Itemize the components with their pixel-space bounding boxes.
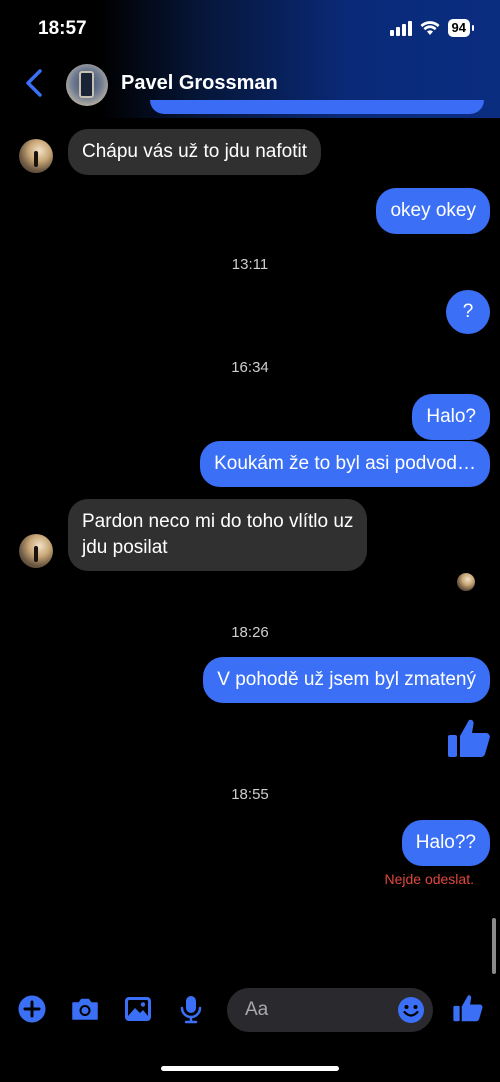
home-indicator[interactable] [161, 1066, 339, 1071]
plus-icon[interactable] [17, 994, 47, 1024]
message-input[interactable]: Aa [227, 988, 433, 1032]
message-incoming-multiline[interactable]: Pardon neco mi do toho vlítlo uz jdu pos… [68, 499, 368, 571]
cellular-signal-icon [389, 20, 412, 36]
status-time: 18:57 [38, 18, 87, 39]
send-error-label[interactable]: Nejde odeslat. [384, 871, 474, 887]
message-outgoing[interactable]: Koukám že to byl asi podvod… [200, 441, 490, 487]
message-outgoing[interactable]: V pohodě už jsem byl zmatený [203, 657, 490, 703]
contact-name[interactable]: Pavel Grossman [121, 72, 278, 95]
message-outgoing[interactable]: okey okey [376, 188, 490, 234]
composer-bar: Aa [0, 984, 500, 1036]
message-outgoing-failed[interactable]: Halo?? [401, 820, 490, 866]
status-bar: 18:57 94 [0, 0, 500, 60]
contact-avatar[interactable] [66, 64, 108, 106]
sender-avatar[interactable] [19, 534, 53, 568]
message-incoming[interactable]: Chápu vás už to jdu nafotit [68, 129, 321, 175]
message-outgoing[interactable]: ? [446, 290, 490, 334]
seen-receipt-avatar [457, 573, 475, 591]
back-chevron-icon[interactable] [22, 68, 48, 98]
scrollbar[interactable] [492, 918, 496, 974]
camera-icon[interactable] [70, 994, 100, 1024]
thumbs-up-icon[interactable] [446, 715, 492, 761]
timestamp: 16:34 [231, 359, 269, 376]
previous-message-bubble[interactable] [150, 100, 484, 114]
sender-avatar[interactable] [19, 139, 53, 173]
system-icons: 94 [389, 19, 475, 37]
emoji-icon[interactable] [397, 996, 425, 1024]
wifi-icon [420, 21, 440, 35]
gallery-icon[interactable] [123, 994, 153, 1024]
timestamp: 18:55 [231, 786, 269, 803]
timestamp: 13:11 [231, 256, 269, 273]
message-line: Pardon neco mi do toho vlítlo uz [82, 511, 354, 532]
message-input-placeholder: Aa [245, 999, 269, 1020]
microphone-icon[interactable] [176, 994, 206, 1024]
battery-indicator: 94 [447, 19, 475, 37]
message-line: jdu posilat [82, 537, 168, 558]
timestamp: 18:26 [231, 624, 269, 641]
message-outgoing[interactable]: Halo? [412, 394, 490, 440]
thumbs-up-icon[interactable] [452, 992, 484, 1024]
